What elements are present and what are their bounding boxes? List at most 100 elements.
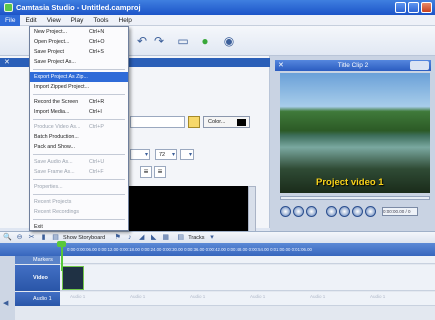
previous-clip-button[interactable] [326, 205, 337, 217]
preview-title: Title Clip 2 [337, 62, 369, 69]
seek-bar[interactable] [280, 196, 430, 200]
markers-track-label[interactable]: Markers [15, 256, 60, 264]
window-title: Camtasia Studio - Untitled.camproj [16, 3, 141, 12]
file-menu-item: Save Frame As... Ctrl+F [30, 167, 128, 177]
undo-icon[interactable]: ↶ [135, 34, 149, 48]
file-menu-item[interactable]: Open Project... Ctrl+O [30, 37, 128, 47]
folder-icon[interactable] [188, 116, 200, 128]
preview-window-buttons[interactable] [410, 61, 429, 70]
file-menu-item[interactable]: Import Media... Ctrl+I [30, 107, 128, 117]
menu-help[interactable]: Help [114, 15, 137, 26]
file-menu-item-shortcut: Ctrl+R [89, 99, 105, 105]
image-path-input[interactable] [130, 116, 185, 128]
menu-separator [33, 119, 125, 120]
menu-separator [33, 179, 125, 180]
split-icon[interactable]: ▮ [39, 233, 48, 242]
ruler-ticks: 0:00 0:00:06.00 0:00:12.00 0:00:18.00 0:… [67, 247, 312, 252]
tracks-icon[interactable]: ▤ [176, 233, 185, 242]
clip-speed-icon[interactable]: ⚑ [113, 233, 122, 242]
file-menu-item[interactable]: New Project... Ctrl+N [30, 27, 128, 37]
play-button[interactable] [293, 205, 304, 217]
stop-button[interactable] [306, 205, 317, 217]
menu-view[interactable]: View [42, 15, 66, 26]
rewind-button[interactable] [280, 205, 291, 217]
menu-edit[interactable]: Edit [20, 15, 41, 26]
file-menu-item-label: Exit [34, 224, 43, 230]
font-select[interactable] [130, 149, 150, 160]
audio-track-label[interactable]: Audio 1 [15, 292, 60, 306]
camtasia-app-icon [4, 3, 13, 12]
redo-icon[interactable]: ↷ [152, 34, 166, 48]
file-menu-item-label: Save Project As... [34, 59, 76, 65]
menu-separator [33, 94, 125, 95]
playhead-handle[interactable] [57, 241, 66, 247]
file-menu-item: Properties... [30, 182, 128, 192]
grid-icon[interactable]: ▦ [161, 233, 170, 242]
volume-icon[interactable]: ◣ [149, 233, 158, 242]
file-menu-item[interactable]: Record the Screen Ctrl+R [30, 97, 128, 107]
file-menu-item: Recent Recordings [30, 207, 128, 217]
zoom-in-icon[interactable]: 🔍 [3, 233, 12, 242]
file-menu-item-label: Open Project... [34, 39, 70, 45]
close-icon[interactable]: ✕ [4, 58, 12, 67]
color-swatch [237, 119, 246, 126]
file-menu-item-label: Properties... [34, 184, 63, 190]
video-lane[interactable] [60, 265, 435, 291]
next-clip-button[interactable] [365, 205, 376, 217]
preview-panel: ✕ Title Clip 2 0:00:00.00 / 0 [270, 56, 435, 231]
produce-icon[interactable]: ● [198, 34, 212, 48]
audio-lane-label: Audio 1 [190, 294, 206, 299]
file-menu-item[interactable]: Batch Production... [30, 132, 128, 142]
close-button[interactable] [421, 2, 432, 13]
color-button[interactable]: Color... [203, 116, 250, 128]
menu-play[interactable]: Play [66, 15, 89, 26]
cut-icon[interactable]: ✂ [27, 233, 36, 242]
audio-lane-label: Audio 1 [130, 294, 146, 299]
file-menu-item[interactable]: Exit [30, 222, 128, 232]
menu-separator [33, 219, 125, 220]
file-menu-item-label: Import Zipped Project... [34, 84, 90, 90]
file-menu-item[interactable]: Import Zipped Project... [30, 82, 128, 92]
storyboard-icon[interactable]: ▭ [176, 34, 190, 48]
file-menu-item-label: New Project... [34, 29, 67, 35]
file-menu-item[interactable]: Save Project As... [30, 57, 128, 67]
chevron-down-icon[interactable]: ▾ [208, 233, 217, 242]
menu-bar: File Edit View Play Tools Help [0, 14, 435, 26]
file-menu-item-label: Recent Projects [34, 199, 72, 205]
menu-tools[interactable]: Tools [88, 15, 113, 26]
maximize-button[interactable] [408, 2, 419, 13]
file-menu-item-label: Pack and Show... [34, 144, 75, 150]
menu-file[interactable]: File [0, 14, 21, 26]
align-center-button[interactable]: ≡ [154, 166, 166, 178]
fade-icon[interactable]: ◢ [137, 233, 146, 242]
file-menu-item[interactable]: Pack and Show... [30, 142, 128, 152]
markers-lane[interactable] [60, 256, 435, 264]
step-forward-button[interactable] [352, 205, 363, 217]
video-clip[interactable] [62, 266, 84, 290]
menu-separator [33, 154, 125, 155]
audio-lane[interactable]: Audio 1 Audio 1 Audio 1 Audio 1 Audio 1 … [60, 292, 435, 306]
font-size-select[interactable]: 72 [155, 149, 177, 160]
file-menu-item-shortcut: Ctrl+U [89, 159, 105, 165]
style-select[interactable] [180, 149, 194, 160]
file-menu-item[interactable]: Export Project As Zip... [30, 72, 128, 82]
zoom-out-icon[interactable]: ⊖ [15, 233, 24, 242]
step-back-button[interactable] [339, 205, 350, 217]
file-menu-item-label: Save Project [34, 49, 65, 55]
align-left-button[interactable]: ≡ [140, 166, 152, 178]
video-track-label[interactable]: Video [15, 265, 60, 291]
minimize-button[interactable] [395, 2, 406, 13]
audio-enhance-icon[interactable]: ♪ [125, 233, 134, 242]
file-menu-item-shortcut: Ctrl+F [89, 169, 104, 175]
file-menu-item-shortcut: Ctrl+N [89, 29, 105, 35]
file-menu-item-label: Export Project As Zip... [34, 74, 88, 80]
show-storyboard-button[interactable]: Show Storyboard [63, 235, 105, 241]
preview-header: ✕ Title Clip 2 [275, 60, 431, 71]
menu-separator [33, 69, 125, 70]
tracks-button[interactable]: Tracks [188, 235, 204, 241]
help-icon[interactable]: ◉ [222, 34, 236, 48]
color-button-label: Color... [208, 119, 226, 125]
audio-lane-label: Audio 1 [250, 294, 266, 299]
file-menu-item[interactable]: Save Project Ctrl+S [30, 47, 128, 57]
playhead[interactable] [61, 243, 63, 271]
